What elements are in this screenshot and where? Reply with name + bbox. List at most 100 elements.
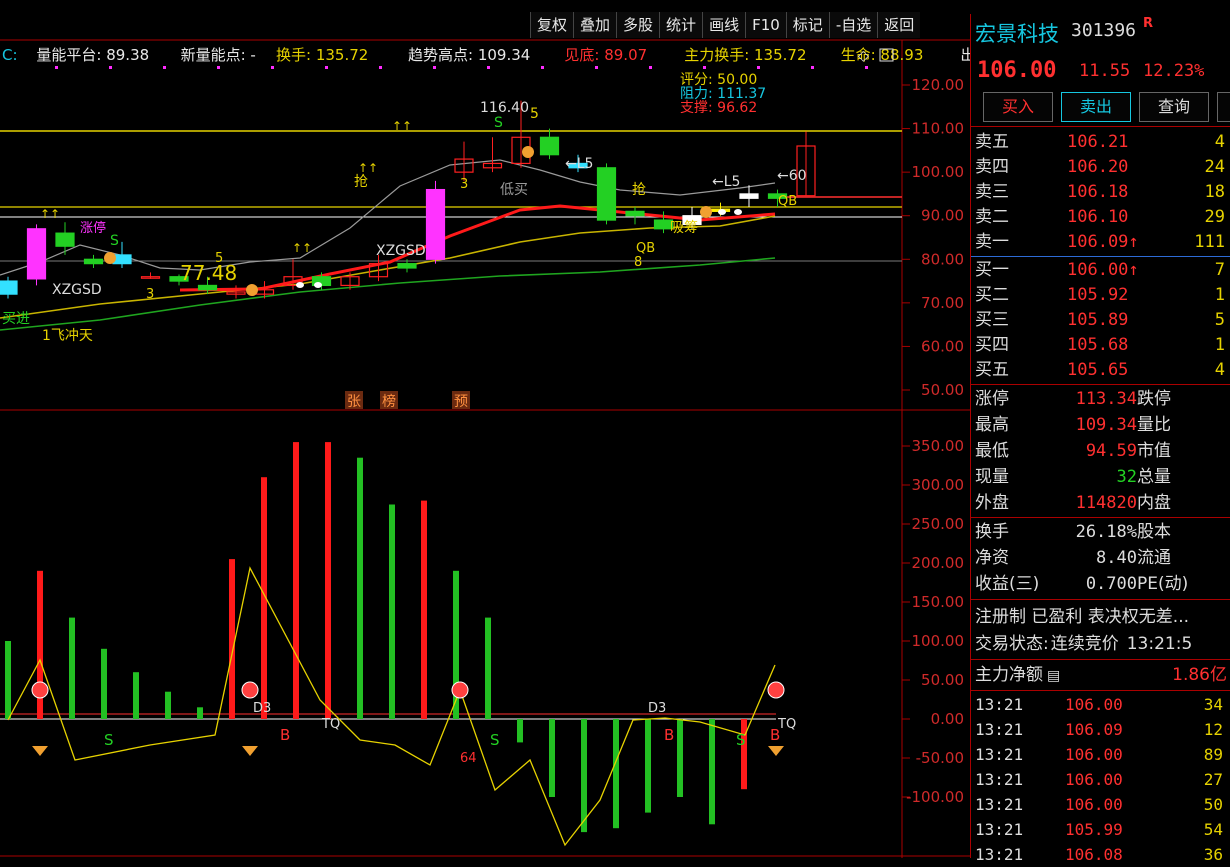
book-row[interactable]: 卖三 106.18 18 <box>971 180 1230 205</box>
list-icon[interactable]: ▤ <box>1047 668 1060 684</box>
volume-axis-label: -50.00 <box>916 749 964 767</box>
tick-price: 106.09 <box>1065 720 1123 739</box>
book-row[interactable]: 卖一 106.09↑ 111 <box>971 230 1230 255</box>
toolbar-button[interactable]: -自选 <box>828 12 878 38</box>
buy-button[interactable]: 买入 <box>983 92 1053 122</box>
book-row[interactable]: 买五 105.65 4 <box>971 358 1230 383</box>
volume-bar <box>197 707 203 719</box>
more-button[interactable] <box>1217 92 1230 122</box>
dot-icon <box>314 282 322 288</box>
stat-row: 换手 26.18% 股本 <box>971 519 1230 545</box>
candle-body <box>425 188 446 260</box>
gem-icon <box>768 746 784 756</box>
book-label: 卖一 <box>975 232 1009 252</box>
limit-up-label: 涨停 <box>80 220 106 236</box>
price-change-pct: 12.23% <box>1143 61 1205 81</box>
candle-body <box>397 263 417 269</box>
book-volume: 24 <box>1204 157 1225 177</box>
indicator-value: 见底: 89.07 <box>564 46 647 64</box>
tick-row: 13:21 106.00 50 <box>971 792 1230 817</box>
volume-bar <box>5 641 11 719</box>
price-axis-label: 70.00 <box>921 294 964 312</box>
volume-bar <box>293 442 299 719</box>
book-price: 106.21 <box>1067 132 1129 152</box>
volume-bar <box>357 457 363 719</box>
book-volume: 111 <box>1194 232 1225 252</box>
tick-volume: 12 <box>1203 720 1223 739</box>
tick-volume: 34 <box>1203 695 1223 714</box>
d3-label: D3 <box>253 701 271 716</box>
dot-icon <box>718 209 726 215</box>
book-price: 106.18 <box>1067 182 1129 202</box>
low-buy-label: 低买 <box>500 182 528 198</box>
tick-time: 13:21 <box>975 770 1024 789</box>
status-label: 交易状态: <box>975 634 1049 654</box>
divider <box>971 256 1230 257</box>
stock-flag: R <box>1143 16 1154 31</box>
signal-s: S <box>104 731 114 749</box>
volume-bar <box>485 617 491 719</box>
book-price: 106.20 <box>1067 157 1129 177</box>
toolbar-button[interactable]: 叠加 <box>573 12 617 38</box>
price-axis-label: 100.00 <box>912 163 965 181</box>
book-row[interactable]: 买二 105.92 1 <box>971 283 1230 308</box>
book-row[interactable]: 卖二 106.10 29 <box>971 205 1230 230</box>
tick-row: 13:21 106.09 12 <box>971 717 1230 742</box>
absorb-label: 吸筹 <box>670 219 698 236</box>
up-arrows-icon: ↑↑ <box>358 161 378 175</box>
stat-value: 0.700 <box>1085 574 1137 594</box>
tick-price: 105.99 <box>1065 820 1123 839</box>
book-label: 买四 <box>975 335 1009 355</box>
registration-info: 注册制 已盈利 表决权无差... <box>975 607 1190 627</box>
sell-button[interactable]: 卖出 <box>1061 92 1131 122</box>
indicator-dot <box>271 66 274 69</box>
toolbar-button[interactable]: 复权 <box>530 12 574 38</box>
book-label: 卖五 <box>975 132 1009 152</box>
price-axis-label: 120.00 <box>912 76 965 94</box>
price-axis-label: 110.00 <box>912 120 965 138</box>
chart-toolbar: 复权 叠加 多股 统计 画线 F10 标记 -自选 返回 <box>530 12 921 38</box>
stat-value: 8.40 <box>1096 548 1137 568</box>
main-flow: 主力净额 ▤ 1.86亿 <box>975 662 1227 688</box>
signal-s: S <box>490 731 500 749</box>
stat-label: 换手 <box>975 522 1009 542</box>
toolbar-button[interactable]: F10 <box>745 12 786 38</box>
stat-value: 114820 <box>1075 493 1137 513</box>
query-button[interactable]: 查询 <box>1139 92 1209 122</box>
book-label: 买一 <box>975 260 1009 280</box>
indicator-dot <box>379 66 382 69</box>
book-row[interactable]: 买三 105.89 5 <box>971 308 1230 333</box>
volume-axis-label: 200.00 <box>912 554 965 572</box>
price-axis-label: 90.00 <box>921 207 964 225</box>
book-volume: 4 <box>1214 132 1225 152</box>
stat-row: 最高 109.34 量比 <box>971 412 1230 438</box>
book-volume: 29 <box>1204 207 1225 227</box>
d3-label: D3 <box>648 701 666 716</box>
volume-bar <box>325 442 331 719</box>
toolbar-button[interactable]: 返回 <box>877 12 921 38</box>
book-row[interactable]: 卖五 106.21 4 <box>971 130 1230 155</box>
toolbar-button[interactable]: 画线 <box>702 12 746 38</box>
volume-axis-label: 300.00 <box>912 476 965 494</box>
stat-label: 流通 <box>1137 548 1171 568</box>
toolbar-button[interactable]: 多股 <box>616 12 660 38</box>
toolbar-button[interactable]: 标记 <box>785 12 829 38</box>
candle-body <box>739 193 759 199</box>
count-label: 3 <box>460 177 468 192</box>
coin-icon <box>700 206 712 218</box>
dot-icon <box>734 209 742 215</box>
stat-row: 涨停 113.34 跌停 <box>971 386 1230 412</box>
trading-app-window: 120.00 110.00 100.00 90.00 80.00 70.00 60.00 50… <box>0 0 1230 864</box>
coin-icon <box>104 252 116 264</box>
book-row[interactable]: 卖四 106.20 24 <box>971 155 1230 180</box>
book-row[interactable]: 买一 106.00↑ 7 <box>971 258 1230 283</box>
toolbar-button[interactable]: 统计 <box>659 12 703 38</box>
stock-name: 宏景科技 <box>975 22 1059 46</box>
peak-count: 5 <box>530 106 539 122</box>
candle-body <box>197 284 218 291</box>
book-row[interactable]: 买四 105.68 1 <box>971 333 1230 358</box>
tick-price: 106.08 <box>1065 845 1123 864</box>
tag-label: 张 <box>347 394 361 410</box>
peak-label: 116.40 <box>480 100 529 116</box>
signal-b: B <box>280 726 290 744</box>
